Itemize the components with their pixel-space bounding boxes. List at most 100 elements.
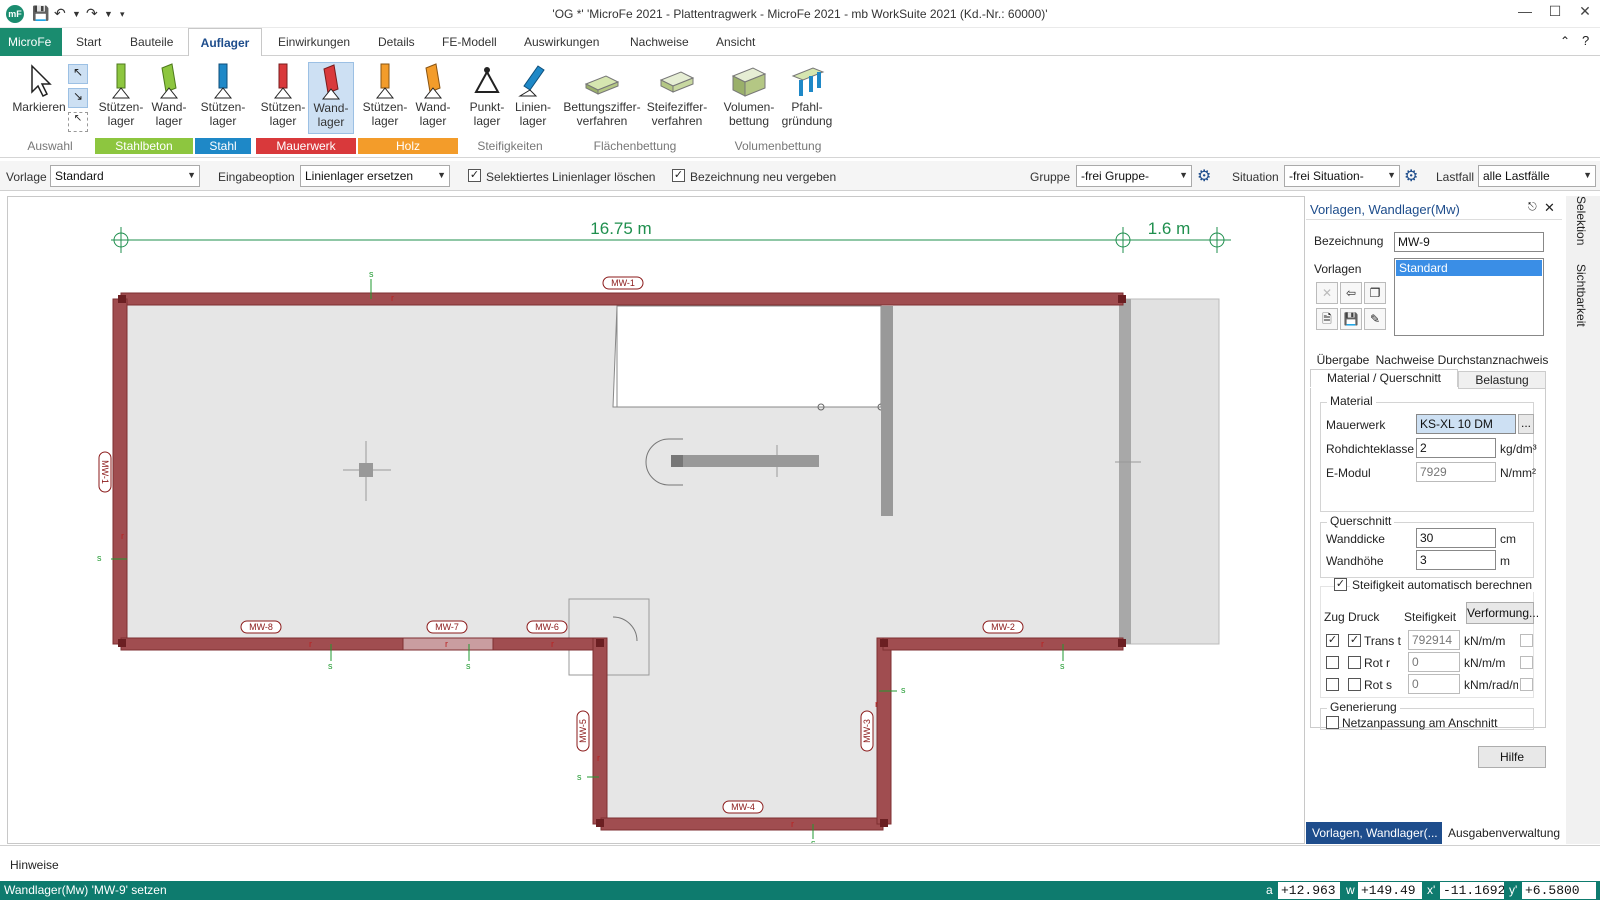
select-window-icon[interactable]: ↘ xyxy=(68,88,88,108)
tab-sichtbarkeit[interactable]: Sichtbarkeit xyxy=(1574,264,1588,327)
gruppe-settings-gear-icon[interactable]: ⚙ xyxy=(1197,166,1211,186)
vorlage-select[interactable]: Standard ▼ xyxy=(50,165,200,187)
copy-template-icon[interactable]: ❐ xyxy=(1364,282,1386,304)
tab-material-querschnitt[interactable]: Material / Querschnitt xyxy=(1310,369,1458,387)
panel-close-icon[interactable]: ✕ xyxy=(1544,200,1555,216)
stahlbeton-wandlager-button[interactable]: Wand-lager xyxy=(146,62,192,134)
lastfall-select[interactable]: alle Lastfälle ▼ xyxy=(1478,165,1596,187)
situation-select[interactable]: -frei Situation- ▼ xyxy=(1284,165,1400,187)
tab-bauteile[interactable]: Bauteile xyxy=(124,28,179,56)
edit-template-icon[interactable]: ✎ xyxy=(1364,308,1386,330)
trans-druck-checkbox[interactable]: ✓ xyxy=(1348,634,1361,647)
pin-icon[interactable]: ⎋ xyxy=(1528,201,1537,214)
tab-durchstanznachweis[interactable]: Durchstanznachweis xyxy=(1436,352,1550,370)
tab-auswirkungen[interactable]: Auswirkungen xyxy=(518,28,605,56)
vorlagen-list[interactable]: Standard xyxy=(1394,258,1544,336)
undo-dropdown-icon[interactable]: ▼ xyxy=(72,9,81,19)
redo-dropdown-icon[interactable]: ▼ xyxy=(104,9,113,19)
tab-belastung[interactable]: Belastung xyxy=(1458,371,1546,389)
wandhoehe-input[interactable]: 3 xyxy=(1416,550,1496,570)
mauerwerk-wandlager-button[interactable]: Wand-lager xyxy=(308,62,354,134)
inner-wall-right[interactable] xyxy=(1119,299,1131,644)
wall-mw-1-left[interactable] xyxy=(112,298,128,645)
volumenbettung-button[interactable]: Volumen-bettung xyxy=(720,62,778,134)
rot-r-extra-checkbox[interactable] xyxy=(1520,656,1533,669)
collapse-ribbon-icon[interactable]: ⌃ xyxy=(1560,34,1570,48)
situation-settings-gear-icon[interactable]: ⚙ xyxy=(1404,166,1418,186)
tab-nachweise-panel[interactable]: Nachweise xyxy=(1374,352,1436,370)
save-template-icon[interactable]: 💾 xyxy=(1340,308,1362,330)
markieren-button[interactable]: Markieren xyxy=(8,62,70,134)
minimize-button[interactable]: — xyxy=(1510,3,1540,25)
redo-icon[interactable]: ↷ xyxy=(86,5,98,22)
verformung-button[interactable]: Verformung... xyxy=(1466,602,1539,624)
delete-template-icon[interactable]: ✕ xyxy=(1316,282,1338,304)
mauerwerk-input[interactable]: KS-XL 10 DM xyxy=(1416,414,1516,434)
trans-zug-checkbox[interactable]: ✓ xyxy=(1326,634,1339,647)
emodul-input[interactable]: 7929 xyxy=(1416,462,1496,482)
stahlbeton-stuetzenlager-button[interactable]: Stützen-lager xyxy=(98,62,144,134)
tab-ansicht[interactable]: Ansicht xyxy=(710,28,761,56)
bettungsziffer-button[interactable]: Bettungsziffer-verfahren xyxy=(560,62,644,134)
slab-opening[interactable] xyxy=(612,305,882,408)
tab-selektion[interactable]: Selektion xyxy=(1574,196,1588,245)
hilfe-button[interactable]: Hilfe xyxy=(1478,746,1546,768)
undo-icon[interactable]: ↶ xyxy=(54,5,66,22)
wall-mw-7[interactable] xyxy=(402,637,494,651)
wall-mw-6[interactable] xyxy=(492,637,600,651)
bezeichnung-input[interactable]: MW-9 xyxy=(1394,232,1544,252)
tab-start[interactable]: Start xyxy=(70,28,107,56)
tab-details[interactable]: Details xyxy=(372,28,421,56)
rot-s-input[interactable]: 0 xyxy=(1408,674,1460,694)
linienlager-button[interactable]: Linien-lager xyxy=(510,62,556,134)
trans-extra-checkbox[interactable] xyxy=(1520,634,1533,647)
eingabeoption-select[interactable]: Linienlager ersetzen ▼ xyxy=(300,165,450,187)
holz-wandlager-button[interactable]: Wand-lager xyxy=(410,62,456,134)
tab-microfe[interactable]: MicroFe xyxy=(0,28,62,56)
help-icon[interactable]: ? xyxy=(1582,33,1589,48)
netzanpassung-checkbox[interactable] xyxy=(1326,716,1339,729)
stahl-stuetzenlager-button[interactable]: Stützen-lager xyxy=(198,62,248,134)
mauerwerk-browse-button[interactable]: ... xyxy=(1518,414,1534,434)
wall-mw-4[interactable] xyxy=(600,817,884,831)
wall-mw-5[interactable] xyxy=(592,637,608,825)
drawing-canvas[interactable]: 16.75 m 1.6 m s s s s s s s s r r r r r … xyxy=(7,196,1305,844)
wall-mw-1-top[interactable] xyxy=(120,292,1124,306)
wanddicke-input[interactable]: 30 xyxy=(1416,528,1496,548)
wall-mw-3[interactable] xyxy=(876,637,892,825)
punktlager-button[interactable]: Punkt-lager xyxy=(464,62,510,134)
tab-fe-modell[interactable]: FE-Modell xyxy=(436,28,503,56)
customize-quick-access-icon[interactable]: ▾ xyxy=(120,9,125,20)
slab-balcony[interactable] xyxy=(1122,298,1220,645)
rot-s-extra-checkbox[interactable] xyxy=(1520,678,1533,691)
rot-r-zug-checkbox[interactable] xyxy=(1326,656,1339,669)
wall-mw-8[interactable] xyxy=(120,637,404,651)
select-area-icon[interactable]: ↖ xyxy=(68,112,88,132)
import-template-icon[interactable]: ⇦ xyxy=(1340,282,1362,304)
rot-r-input[interactable]: 0 xyxy=(1408,652,1460,672)
steifeziffer-button[interactable]: Steifeziffer-verfahren xyxy=(644,62,710,134)
inner-wall-horizontal[interactable] xyxy=(671,455,819,467)
inner-wall[interactable] xyxy=(881,306,893,516)
new-template-icon[interactable]: 🗎 xyxy=(1316,308,1338,330)
tab-uebergabe[interactable]: Übergabe xyxy=(1312,352,1374,370)
pfahlgruendung-button[interactable]: Pfahl-gründung xyxy=(778,62,836,134)
tab-nachweise[interactable]: Nachweise xyxy=(624,28,695,56)
steifigkeit-auto-checkbox[interactable]: ✓ xyxy=(1334,578,1347,591)
trans-input[interactable]: 792914 xyxy=(1408,630,1460,650)
slab-annex[interactable] xyxy=(601,644,883,824)
rename-checkbox[interactable]: ✓ xyxy=(672,169,685,182)
save-icon[interactable]: 💾 xyxy=(32,5,49,22)
tab-vorlagen-wandlager[interactable]: Vorlagen, Wandlager(... xyxy=(1306,822,1442,844)
holz-stuetzenlager-button[interactable]: Stützen-lager xyxy=(362,62,408,134)
vorlagen-item-standard[interactable]: Standard xyxy=(1396,260,1542,276)
gruppe-select[interactable]: -frei Gruppe- ▼ xyxy=(1076,165,1192,187)
wall-mw-2[interactable] xyxy=(882,637,1124,651)
tab-auflager[interactable]: Auflager xyxy=(188,28,262,57)
select-single-icon[interactable]: ↖ xyxy=(68,64,88,84)
mauerwerk-stuetzenlager-button[interactable]: Stützen-lager xyxy=(260,62,306,134)
rot-r-druck-checkbox[interactable] xyxy=(1348,656,1361,669)
tab-einwirkungen[interactable]: Einwirkungen xyxy=(272,28,356,56)
tab-ausgabenverwaltung[interactable]: Ausgabenverwaltung xyxy=(1442,822,1562,844)
close-button[interactable]: ✕ xyxy=(1570,3,1600,25)
